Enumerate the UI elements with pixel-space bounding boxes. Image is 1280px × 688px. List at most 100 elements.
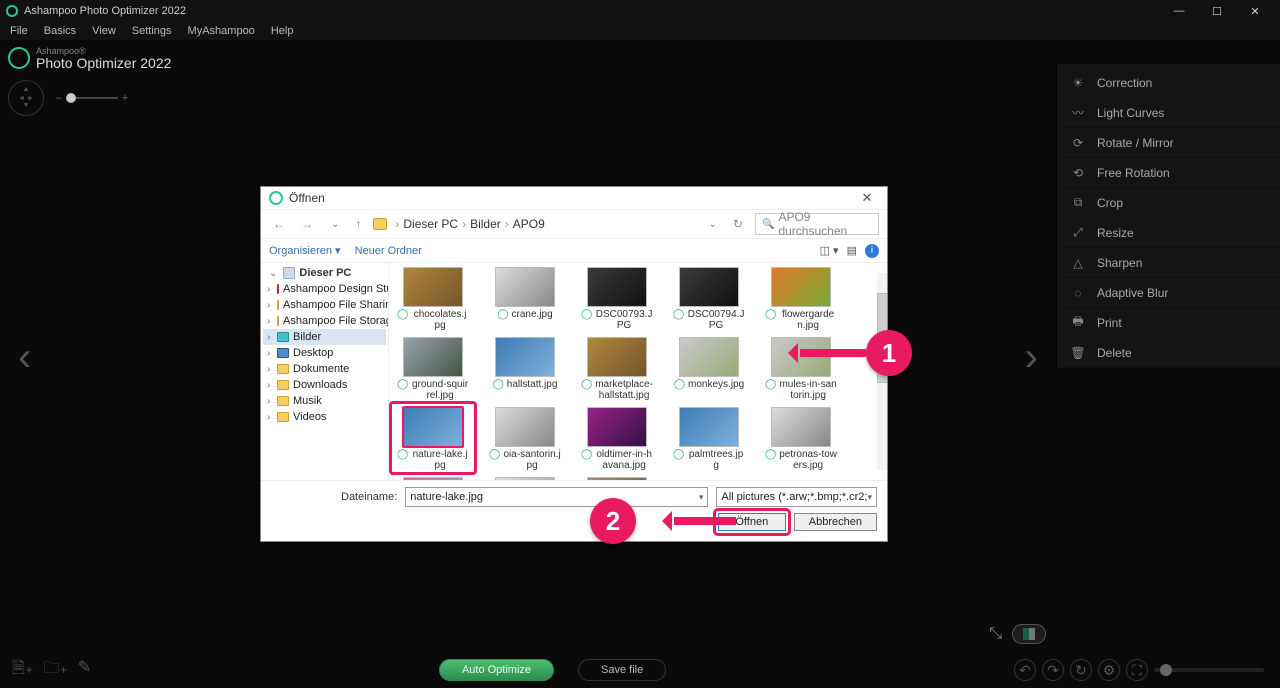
menu-basics[interactable]: Basics [38, 25, 82, 37]
redo-button[interactable]: ↷ [1042, 659, 1064, 681]
add-folder-icon[interactable]: 🗀₊ [43, 657, 67, 684]
tree-item[interactable]: Ashampoo Design Stu [263, 281, 386, 297]
file-item[interactable]: ◯crane.jpg [489, 267, 561, 331]
zoom-slider-small[interactable]: – + [56, 92, 128, 104]
zoom-plus-icon[interactable]: + [122, 92, 128, 104]
file-item[interactable]: ◯marketplace-hallstatt.jpg [581, 337, 653, 401]
window-maximize-button[interactable]: ☐ [1198, 0, 1236, 22]
nav-forward-button[interactable]: → [297, 217, 317, 231]
preview-pane-button[interactable]: ▤ [847, 244, 857, 257]
breadcrumb[interactable]: › Dieser PC › Bilder › APO9 [373, 217, 544, 231]
file-item[interactable]: ◯oia-santorin.jpg [489, 407, 561, 471]
file-name: mules-in-santorin.jpg [779, 379, 837, 401]
pan-joystick[interactable] [8, 80, 44, 116]
tree-item[interactable]: Videos [263, 409, 386, 425]
nav-recent-button[interactable]: ⌄ [327, 219, 343, 230]
tree-item[interactable]: Downloads [263, 377, 386, 393]
compare-toggle[interactable] [1012, 624, 1046, 644]
settings-gear-icon[interactable]: ⚙ [1098, 659, 1120, 681]
file-sync-icon: ◯ [489, 449, 500, 460]
zoom-slider[interactable] [1154, 668, 1264, 672]
file-item[interactable]: ◯chocolates.jpg [397, 267, 469, 331]
file-item[interactable]: ◯smiling-face.jpg [581, 477, 653, 480]
nav-refresh-button[interactable]: ↻ [729, 217, 747, 231]
file-thumbnail [403, 477, 463, 480]
file-item[interactable]: ◯seals.jpg [489, 477, 561, 480]
search-placeholder: APO9 durchsuchen [778, 210, 872, 238]
dialog-search-input[interactable]: APO9 durchsuchen [755, 213, 879, 235]
auto-optimize-button[interactable]: Auto Optimize [439, 659, 554, 681]
dialog-nav-bar: ← → ⌄ ↑ › Dieser PC › Bilder › APO9 ⌄ ↻ … [261, 209, 887, 239]
tree-item[interactable]: Ashampoo File Sharin [263, 297, 386, 313]
save-file-button[interactable]: Save file [578, 659, 666, 681]
zoom-minus-icon[interactable]: – [56, 92, 62, 104]
tree-item[interactable]: Dokumente [263, 361, 386, 377]
toolbar-new-folder[interactable]: Neuer Ordner [355, 245, 422, 257]
prev-image-button[interactable]: ‹ [18, 335, 31, 380]
file-name: marketplace-hallstatt.jpg [595, 379, 653, 401]
tool-sun[interactable]: ☀Correction [1057, 68, 1280, 98]
menu-myashampoo[interactable]: MyAshampoo [182, 25, 261, 37]
file-sync-icon: ◯ [581, 379, 592, 390]
dialog-close-button[interactable]: ✕ [855, 190, 879, 206]
breadcrumb-segment[interactable]: Dieser PC [403, 217, 458, 231]
crop-icon: ⧉ [1069, 194, 1087, 212]
file-item[interactable]: ◯palmtrees.jpg [673, 407, 745, 471]
tool-blur[interactable]: ◌Adaptive Blur [1057, 278, 1280, 308]
breadcrumb-segment[interactable]: APO9 [513, 217, 545, 231]
tree-item[interactable]: Bilder [263, 329, 386, 345]
menu-settings[interactable]: Settings [126, 25, 178, 37]
fit-button[interactable]: ⛶ [1126, 659, 1148, 681]
file-item[interactable]: ◯hallstatt.jpg [489, 337, 561, 401]
help-info-button[interactable]: i [865, 244, 879, 258]
collapse-icon[interactable]: ⤡ [989, 625, 1002, 643]
file-item[interactable]: ◯petronas-towers.jpg [765, 407, 837, 471]
breadcrumb-segment[interactable]: Bilder [470, 217, 501, 231]
menu-file[interactable]: File [4, 25, 34, 37]
tool-rotate[interactable]: ⟳Rotate / Mirror [1057, 128, 1280, 158]
history-button[interactable]: ↻ [1070, 659, 1092, 681]
tree-item[interactable]: Ashampoo File Storag [263, 313, 386, 329]
tool-crop[interactable]: ⧉Crop [1057, 188, 1280, 218]
file-item[interactable]: ◯mules-in-santorin.jpg [765, 337, 837, 401]
tree-item-label: Desktop [293, 347, 333, 359]
undo-button[interactable]: ↶ [1014, 659, 1036, 681]
file-item[interactable]: ◯nature-lake.jpg [397, 407, 469, 471]
menu-help[interactable]: Help [265, 25, 300, 37]
view-mode-button[interactable]: ◫ ▾ [820, 244, 839, 257]
add-image-icon[interactable]: 🗎₊ [12, 657, 33, 684]
tool-delete[interactable]: 🗑Delete [1057, 338, 1280, 368]
delete-icon: 🗑 [1069, 344, 1087, 362]
file-thumbnail [587, 337, 647, 377]
breadcrumb-dropdown[interactable]: ⌄ [705, 219, 721, 230]
tool-print[interactable]: 🖶Print [1057, 308, 1280, 338]
tree-item[interactable]: Musik [263, 393, 386, 409]
filetype-filter[interactable]: All pictures (*.arw;*.bmp;*.cr2;▾ [716, 487, 877, 507]
folder-icon [277, 284, 279, 294]
tool-resize[interactable]: ⤢Resize [1057, 218, 1280, 248]
file-item[interactable]: ◯pink-facade.jpg [397, 477, 469, 480]
toolbar-organize-menu[interactable]: Organisieren ▾ [269, 244, 341, 257]
next-image-button[interactable]: › [1025, 335, 1038, 380]
tool-free-rot[interactable]: ⟲Free Rotation [1057, 158, 1280, 188]
file-item[interactable]: ◯ground-squirrel.jpg [397, 337, 469, 401]
nav-back-button[interactable]: ← [269, 217, 289, 231]
tool-curve[interactable]: 〰Light Curves [1057, 98, 1280, 128]
tree-root[interactable]: Dieser PC [263, 267, 386, 279]
window-minimize-button[interactable]: — [1160, 0, 1198, 22]
tool-sharpen[interactable]: △Sharpen [1057, 248, 1280, 278]
cancel-button[interactable]: Abbrechen [794, 513, 877, 531]
file-item[interactable]: ◯flowergarden.jpg [765, 267, 837, 331]
file-item[interactable]: ◯DSC00793.JPG [581, 267, 653, 331]
nav-up-button[interactable]: ↑ [351, 217, 365, 231]
tree-item[interactable]: Desktop [263, 345, 386, 361]
file-sync-icon: ◯ [397, 379, 408, 390]
file-sync-icon: ◯ [581, 449, 592, 460]
window-close-button[interactable]: ✕ [1236, 0, 1274, 22]
filename-input[interactable]: nature-lake.jpg▾ [405, 487, 708, 507]
menu-view[interactable]: View [86, 25, 122, 37]
brush-icon[interactable]: ✎ [78, 657, 91, 684]
file-item[interactable]: ◯DSC00794.JPG [673, 267, 745, 331]
file-item[interactable]: ◯oldtimer-in-havana.jpg [581, 407, 653, 471]
file-item[interactable]: ◯monkeys.jpg [673, 337, 745, 401]
